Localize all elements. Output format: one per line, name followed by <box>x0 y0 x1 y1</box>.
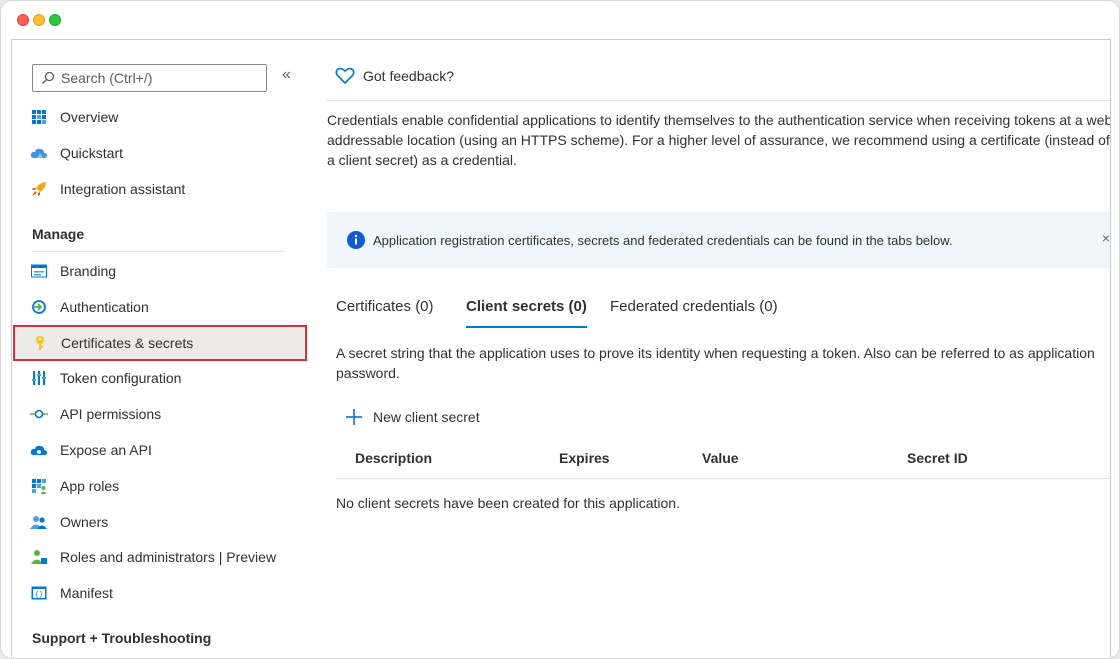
authentication-icon <box>30 298 48 316</box>
close-icon[interactable]: × <box>1102 230 1110 246</box>
table-header-divider <box>336 478 1110 479</box>
plus-icon <box>346 409 362 425</box>
sidebar-item-label: Expose an API <box>60 442 152 458</box>
tab-certificates[interactable]: Certificates (0) <box>336 298 434 328</box>
sidebar-item-manifest[interactable]: {} Manifest <box>12 576 306 610</box>
collapse-sidebar-button[interactable]: « <box>282 66 291 84</box>
sidebar-item-app-roles[interactable]: App roles <box>12 469 306 503</box>
sidebar-item-label: Owners <box>60 514 109 530</box>
manage-section-label: Manage <box>32 226 85 242</box>
new-client-secret-button[interactable]: New client secret <box>345 408 480 426</box>
maximize-window-button[interactable] <box>49 14 61 26</box>
sidebar-item-token-configuration[interactable]: Token configuration <box>12 361 306 395</box>
sidebar-item-api-permissions[interactable]: API permissions <box>12 397 306 431</box>
column-header-description[interactable]: Description <box>355 450 432 466</box>
tab-federated-credentials[interactable]: Federated credentials (0) <box>610 298 778 328</box>
sidebar-item-label: Manifest <box>60 585 113 601</box>
support-section-label: Support + Troubleshooting <box>32 630 212 646</box>
column-header-secret-id[interactable]: Secret ID <box>907 450 968 466</box>
main-content: Got feedback? Credentials enable confide… <box>327 40 1111 658</box>
sidebar-item-integration-assistant[interactable]: Integration assistant <box>12 172 306 206</box>
page-viewport: Search (Ctrl+/) « Overview Quickstart In… <box>11 39 1111 658</box>
info-banner-text: Application registration certificates, s… <box>373 232 953 248</box>
tab-client-secrets[interactable]: Client secrets (0) <box>466 298 587 328</box>
sidebar-item-quickstart[interactable]: Quickstart <box>12 136 306 170</box>
branding-icon <box>30 262 48 280</box>
key-icon <box>31 334 49 352</box>
manage-divider <box>32 251 284 252</box>
column-header-expires[interactable]: Expires <box>559 450 610 466</box>
sidebar-item-branding[interactable]: Branding <box>12 254 306 288</box>
sidebar-item-roles-administrators[interactable]: Roles and administrators | Preview <box>12 540 306 574</box>
rocket-icon <box>30 180 48 198</box>
sidebar-item-label: Quickstart <box>60 145 124 161</box>
cloud-icon <box>30 144 48 162</box>
roles-admin-icon <box>30 548 48 566</box>
credentials-description: Credentials enable confidential applicat… <box>327 112 1111 168</box>
app-roles-icon <box>30 477 48 495</box>
overview-grid-icon <box>30 108 48 126</box>
client-secret-description: A secret string that the application use… <box>336 345 1095 381</box>
sidebar-item-label: Roles and administrators | Preview <box>60 549 277 565</box>
feedback-label: Got feedback? <box>363 68 455 84</box>
sidebar-item-label: Integration assistant <box>60 181 186 197</box>
sidebar-item-authentication[interactable]: Authentication <box>12 290 306 324</box>
sidebar-item-label: App roles <box>60 478 120 494</box>
header-divider <box>327 100 1110 101</box>
owners-icon <box>30 513 48 531</box>
svg-text:{}: {} <box>35 591 43 599</box>
token-bars-icon <box>30 369 48 387</box>
sidebar-item-overview[interactable]: Overview <box>12 100 306 134</box>
sidebar-item-label: Certificates & secrets <box>61 335 194 351</box>
sidebar-item-owners[interactable]: Owners <box>12 505 306 539</box>
feedback-link[interactable]: Got feedback? <box>335 67 454 85</box>
title-bar <box>1 1 1119 39</box>
sidebar-item-label: Overview <box>60 109 119 125</box>
api-permissions-icon <box>30 405 48 423</box>
new-client-secret-label: New client secret <box>373 409 480 425</box>
column-header-value[interactable]: Value <box>702 450 739 466</box>
minimize-window-button[interactable] <box>33 14 45 26</box>
sidebar-item-expose-an-api[interactable]: Expose an API <box>12 433 306 467</box>
sidebar-item-certificates-secrets[interactable]: Certificates & secrets <box>13 325 307 361</box>
sidebar-item-label: API permissions <box>60 406 162 422</box>
info-banner: Application registration certificates, s… <box>327 212 1110 268</box>
empty-state-message: No client secrets have been created for … <box>336 495 680 511</box>
search-input[interactable]: Search (Ctrl+/) <box>32 64 267 92</box>
heart-icon <box>335 67 355 85</box>
manifest-icon: {} <box>30 584 48 602</box>
close-window-button[interactable] <box>17 14 29 26</box>
cloud-api-icon <box>30 441 48 459</box>
sidebar-item-label: Authentication <box>60 299 149 315</box>
sidebar-item-label: Token configuration <box>60 370 182 386</box>
info-icon <box>347 231 365 249</box>
search-placeholder: Search (Ctrl+/) <box>61 70 153 86</box>
sidebar-item-label: Branding <box>60 263 117 279</box>
search-icon <box>42 71 55 84</box>
app-window: Search (Ctrl+/) « Overview Quickstart In… <box>0 0 1120 659</box>
sidebar: Search (Ctrl+/) « Overview Quickstart In… <box>12 40 317 658</box>
